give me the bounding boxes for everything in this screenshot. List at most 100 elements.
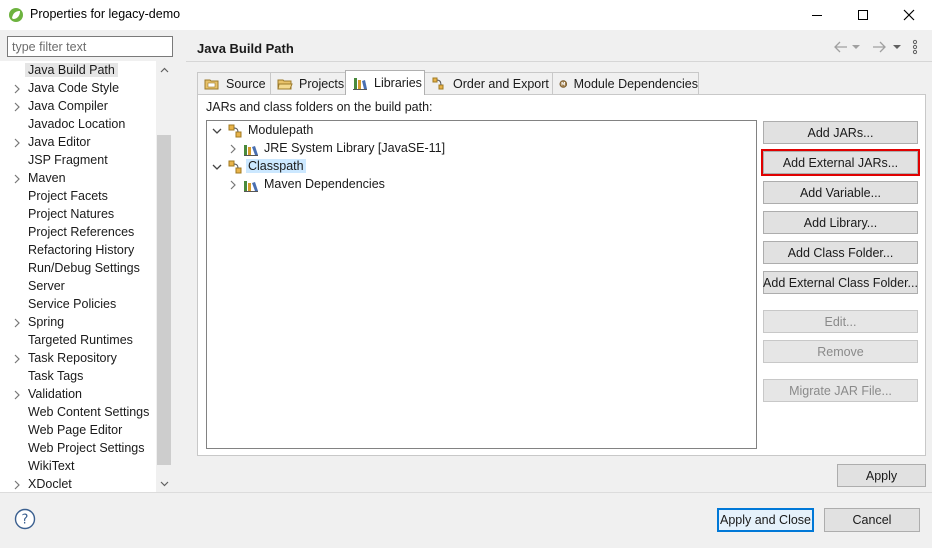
source-folder-icon	[204, 79, 219, 90]
nav-item-server[interactable]: Server	[0, 278, 158, 296]
nav-item-wikitext[interactable]: WikiText	[0, 458, 158, 476]
back-menu-button[interactable]	[852, 38, 860, 56]
migrate-jar-file-button[interactable]: Migrate JAR File...	[763, 379, 918, 402]
nav-item-targeted-runtimes[interactable]: Targeted Runtimes	[0, 332, 158, 350]
chevron-down-icon	[160, 481, 168, 487]
tab-order-and-export[interactable]: Order and Export	[424, 72, 553, 95]
tree-scrollbar[interactable]	[156, 61, 172, 493]
maximize-icon	[858, 10, 868, 20]
add-variable-button[interactable]: Add Variable...	[763, 181, 918, 204]
preferences-tree: Java Build Path Java Code Style Java Compi…	[0, 61, 172, 493]
window-title: Properties for legacy-demo	[30, 7, 181, 21]
tree-node-classpath[interactable]: Classpath	[212, 158, 512, 176]
filter-input[interactable]	[7, 36, 173, 57]
nav-item-project-natures[interactable]: Project Natures	[0, 206, 158, 224]
tree-node-jre-system-library[interactable]: JRE System Library [JavaSE-11]	[228, 140, 528, 158]
scroll-down-button[interactable]	[156, 477, 172, 491]
nav-item-label: Targeted Runtimes	[28, 333, 133, 347]
nav-item-label: Maven	[28, 171, 66, 185]
nav-item-run-debug-settings[interactable]: Run/Debug Settings	[0, 260, 158, 278]
edit-button[interactable]: Edit...	[763, 310, 918, 333]
tab-projects[interactable]: Projects	[270, 72, 346, 95]
apply-button[interactable]: Apply	[837, 464, 926, 487]
nav-item-java-compiler[interactable]: Java Compiler	[0, 98, 158, 116]
view-menu-button[interactable]	[912, 38, 918, 56]
chevron-right-icon[interactable]	[228, 179, 238, 191]
nav-item-web-project-settings[interactable]: Web Project Settings	[0, 440, 158, 458]
nav-item-maven[interactable]: Maven	[0, 170, 158, 188]
nav-item-label: Web Content Settings	[28, 405, 150, 419]
tab-source[interactable]: Source	[197, 72, 271, 95]
nav-item-web-content-settings[interactable]: Web Content Settings	[0, 404, 158, 422]
close-button[interactable]	[886, 0, 932, 30]
nav-item-spring[interactable]: Spring	[0, 314, 158, 332]
minimize-button[interactable]	[794, 0, 840, 30]
forward-menu-button[interactable]	[893, 38, 901, 56]
tab-module-dependencies[interactable]: M Module Dependencies	[552, 72, 699, 95]
cancel-button[interactable]: Cancel	[824, 508, 920, 532]
scroll-up-button[interactable]	[156, 63, 172, 77]
nav-item-label: Task Repository	[28, 351, 117, 365]
chevron-right-icon[interactable]	[12, 317, 22, 329]
back-button[interactable]	[833, 38, 849, 56]
tab-label: Libraries	[374, 76, 422, 90]
svg-text:?: ?	[22, 513, 29, 528]
maximize-button[interactable]	[840, 0, 886, 30]
nav-item-project-facets[interactable]: Project Facets	[0, 188, 158, 206]
nav-item-javadoc-location[interactable]: Javadoc Location	[0, 116, 158, 134]
add-jars-button[interactable]: Add JARs...	[763, 121, 918, 144]
tree-node-modulepath[interactable]: Modulepath	[212, 122, 512, 140]
nav-item-service-policies[interactable]: Service Policies	[0, 296, 158, 314]
chevron-right-icon[interactable]	[228, 143, 238, 155]
chevron-right-icon[interactable]	[12, 101, 22, 113]
forward-arrow-icon	[873, 41, 886, 53]
add-class-folder-button[interactable]: Add Class Folder...	[763, 241, 918, 264]
chevron-right-icon[interactable]	[12, 137, 22, 149]
libraries-icon	[353, 78, 367, 90]
tree-node-label: Classpath	[246, 159, 306, 173]
nav-item-refactoring-history[interactable]: Refactoring History	[0, 242, 158, 260]
tab-label: Source	[226, 77, 266, 91]
add-external-class-folder-button[interactable]: Add External Class Folder...	[763, 271, 918, 294]
chevron-down-icon[interactable]	[212, 125, 222, 137]
nav-item-label: Web Project Settings	[28, 441, 145, 455]
chevron-right-icon[interactable]	[12, 389, 22, 401]
nav-item-java-editor[interactable]: Java Editor	[0, 134, 158, 152]
chevron-right-icon[interactable]	[12, 479, 22, 491]
nav-item-project-references[interactable]: Project References	[0, 224, 158, 242]
apply-and-close-button[interactable]: Apply and Close	[717, 508, 814, 532]
tab-label: Projects	[299, 77, 345, 91]
build-path-tree[interactable]: Modulepath JRE System Library [JavaSE-11…	[206, 120, 757, 449]
nav-item-java-build-path[interactable]: Java Build Path	[0, 62, 158, 80]
svg-text:M: M	[561, 82, 565, 88]
nav-item-label: Spring	[28, 315, 65, 329]
nav-item-validation[interactable]: Validation	[0, 386, 158, 404]
chevron-down-icon[interactable]	[212, 161, 222, 173]
module-icon: M	[559, 80, 568, 88]
classpath-icon	[228, 160, 242, 174]
add-external-jars-button[interactable]: Add External JARs...	[761, 149, 920, 176]
order-export-icon	[432, 77, 444, 90]
nav-item-xdoclet[interactable]: XDoclet	[0, 476, 158, 493]
help-icon[interactable]: ?	[14, 508, 36, 530]
chevron-right-icon[interactable]	[12, 83, 22, 95]
chevron-right-icon[interactable]	[12, 173, 22, 185]
forward-button[interactable]	[871, 38, 887, 56]
nav-item-task-repository[interactable]: Task Repository	[0, 350, 158, 368]
tab-libraries[interactable]: Libraries	[345, 70, 425, 95]
add-library-button[interactable]: Add Library...	[763, 211, 918, 234]
scroll-thumb[interactable]	[157, 135, 171, 465]
tree-node-label: Modulepath	[248, 123, 314, 137]
nav-item-jsp-fragment[interactable]: JSP Fragment	[0, 152, 158, 170]
page-title: Java Build Path	[197, 41, 294, 56]
nav-item-task-tags[interactable]: Task Tags	[0, 368, 158, 386]
tree-node-maven-dependencies[interactable]: Maven Dependencies	[228, 176, 528, 194]
nav-item-web-page-editor[interactable]: Web Page Editor	[0, 422, 158, 440]
nav-item-java-code-style[interactable]: Java Code Style	[0, 80, 158, 98]
chevron-up-icon	[160, 67, 168, 73]
remove-button[interactable]: Remove	[763, 340, 918, 363]
tree-node-label: JRE System Library [JavaSE-11]	[264, 141, 446, 155]
projects-folder-icon	[277, 79, 293, 90]
modulepath-icon	[228, 124, 242, 138]
chevron-right-icon[interactable]	[12, 353, 22, 365]
